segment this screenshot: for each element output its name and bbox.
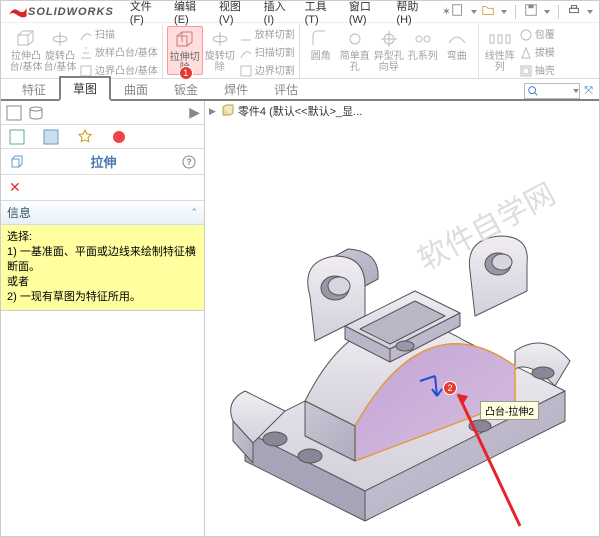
fillet-icon	[309, 29, 333, 49]
tab-features[interactable]: 特征	[9, 78, 59, 100]
sweep-cut-icon	[239, 46, 253, 60]
config-tab-icon[interactable]	[77, 129, 93, 145]
loft-icon	[79, 46, 93, 60]
app-logo: SOLIDWORKS	[7, 5, 114, 19]
chevron-down-icon[interactable]	[544, 10, 550, 14]
linear-pattern-button[interactable]: 线性阵列	[483, 26, 517, 73]
flex-icon	[445, 29, 469, 49]
extrude-icon	[9, 154, 25, 170]
revolve-cut-button[interactable]: 旋转切除	[203, 26, 237, 73]
main-menu: 文件(F) 编辑(E) 视图(V) 插入(I) 工具(T) 窗口(W) 帮助(H…	[124, 0, 436, 26]
menu-bar: SOLIDWORKS 文件(F) 编辑(E) 视图(V) 插入(I) 工具(T)…	[1, 1, 599, 23]
extrude-cut-icon	[173, 30, 197, 50]
collapse-caret-icon: ⌃	[190, 207, 198, 218]
shell-icon	[519, 64, 533, 78]
ribbon-group-features: 圆角 简单直孔 异型孔向导 孔系列 弯曲	[300, 24, 479, 78]
ribbon-toolbar: 拉伸凸台/基体 旋转凸台/基体 扫描 放样凸台/基体 边界凸台/基体 拉伸切除 …	[1, 23, 599, 79]
command-search-input[interactable]	[524, 83, 580, 99]
boundary-cut-icon	[239, 64, 253, 78]
tab-surfaces[interactable]: 曲面	[111, 78, 161, 100]
menu-tools[interactable]: 工具(T)	[305, 0, 337, 26]
property-manager-title-bar: 拉伸 ?	[1, 149, 204, 175]
hole-series-icon	[411, 29, 435, 49]
hole-wizard-button[interactable]: 异型孔向导	[372, 26, 406, 73]
help-icon[interactable]: ?	[182, 155, 196, 169]
chevron-down-icon[interactable]	[471, 10, 477, 14]
filter-box-icon[interactable]	[5, 104, 23, 122]
filter-cylinder-icon[interactable]	[27, 104, 45, 122]
panel-right-arrow-icon[interactable]: ▶	[189, 104, 200, 121]
ribbon-group-extrude: 拉伸凸台/基体 旋转凸台/基体 扫描 放样凸台/基体 边界凸台/基体	[5, 24, 163, 78]
tab-evaluate[interactable]: 评估	[261, 78, 311, 100]
feature-tree-tab-icon[interactable]	[9, 129, 25, 145]
part-icon	[221, 104, 235, 118]
model-3d-view[interactable]: 软件自学网	[215, 151, 595, 511]
shell-button[interactable]: 抽壳	[519, 63, 555, 80]
appearance-tab-icon[interactable]	[111, 129, 127, 145]
simple-hole-button[interactable]: 简单直孔	[338, 26, 372, 73]
qat-open-icon[interactable]	[481, 3, 495, 20]
annotation-arrow	[450, 386, 530, 536]
linear-pattern-icon	[488, 29, 512, 49]
revolve-boss-icon	[48, 29, 72, 49]
qat-print-icon[interactable]	[567, 3, 581, 20]
menu-help[interactable]: 帮助(H)	[396, 0, 429, 26]
heads-up-expand-icon[interactable]: ⤧	[584, 85, 593, 98]
expand-caret-icon[interactable]: ▶	[209, 106, 216, 117]
menu-window[interactable]: 窗口(W)	[349, 0, 385, 26]
quick-access-toolbar	[451, 3, 593, 20]
loft-button[interactable]: 放样凸台/基体	[79, 45, 158, 62]
flex-button[interactable]: 弯曲	[440, 26, 474, 62]
chevron-down-icon[interactable]	[573, 89, 579, 93]
loft-cut-icon	[239, 28, 253, 42]
menu-file[interactable]: 文件(F)	[130, 0, 162, 26]
draft-icon	[519, 46, 533, 60]
wrap-icon	[519, 28, 533, 42]
property-manager-panel: ▶ 拉伸 ? ✕ 信息 ⌃ 选择: 1) 一基准面、平面或边线来绘制特征横断面。…	[1, 101, 205, 536]
qat-save-icon[interactable]	[524, 3, 538, 20]
qat-new-icon[interactable]	[451, 3, 465, 20]
ribbon-group-cut: 拉伸切除 1 旋转切除 放样切割 扫描切割 边界切割	[163, 24, 300, 78]
sweep-icon	[79, 28, 93, 42]
extrude-boss-button[interactable]: 拉伸凸台/基体	[9, 26, 43, 73]
menu-view[interactable]: 视图(V)	[219, 0, 252, 26]
fillet-button[interactable]: 圆角	[304, 26, 338, 62]
tab-sketch[interactable]: 草图	[59, 76, 111, 101]
tab-weldments[interactable]: 焊件	[211, 78, 261, 100]
info-section-header[interactable]: 信息 ⌃	[1, 200, 204, 225]
sweep-cut-button[interactable]: 扫描切割	[239, 45, 295, 62]
breadcrumb[interactable]: ▶ 零件4 (默认<<默认>_显...	[209, 103, 362, 119]
property-tab-icon[interactable]	[43, 129, 59, 145]
loft-cut-button[interactable]: 放样切割	[239, 27, 295, 44]
boundary-cut-button[interactable]: 边界切割	[239, 63, 295, 80]
chevron-down-icon[interactable]	[587, 10, 593, 14]
extrude-boss-icon	[14, 29, 38, 49]
hole-wizard-icon	[377, 29, 401, 49]
menu-edit[interactable]: 编辑(E)	[174, 0, 207, 26]
panel-tabs	[1, 125, 204, 149]
menu-insert[interactable]: 插入(I)	[264, 0, 293, 26]
revolve-cut-icon	[208, 29, 232, 49]
graphics-viewport[interactable]: ▶ 零件4 (默认<<默认>_显...	[205, 101, 599, 536]
info-message-box: 选择: 1) 一基准面、平面或边线来绘制特征横断面。 或者 2) 一现有草图为特…	[1, 225, 204, 311]
cancel-button[interactable]: ✕	[1, 175, 204, 200]
tab-sheetmetal[interactable]: 钣金	[161, 78, 211, 100]
svg-text:?: ?	[186, 157, 192, 167]
panel-select-icons: ▶	[1, 101, 204, 125]
extrude-cut-button[interactable]: 拉伸切除 1	[167, 26, 203, 75]
revolve-boss-button[interactable]: 旋转凸台/基体	[43, 26, 77, 73]
hole-series-button[interactable]: 孔系列	[406, 26, 440, 62]
simple-hole-icon	[343, 29, 367, 49]
app-name: SOLIDWORKS	[28, 6, 114, 18]
ribbon-group-pattern: 线性阵列 包覆 拔模 抽壳	[479, 24, 559, 78]
wrap-button[interactable]: 包覆	[519, 27, 555, 44]
search-icon	[527, 85, 539, 97]
command-manager-tabs: 特征 草图 曲面 钣金 焊件 评估 ⤧	[1, 79, 599, 101]
draft-button[interactable]: 拔模	[519, 45, 555, 62]
sweep-button[interactable]: 扫描	[79, 27, 158, 44]
chevron-down-icon[interactable]	[501, 10, 507, 14]
menu-pin-icon[interactable]: ✶	[442, 5, 451, 18]
